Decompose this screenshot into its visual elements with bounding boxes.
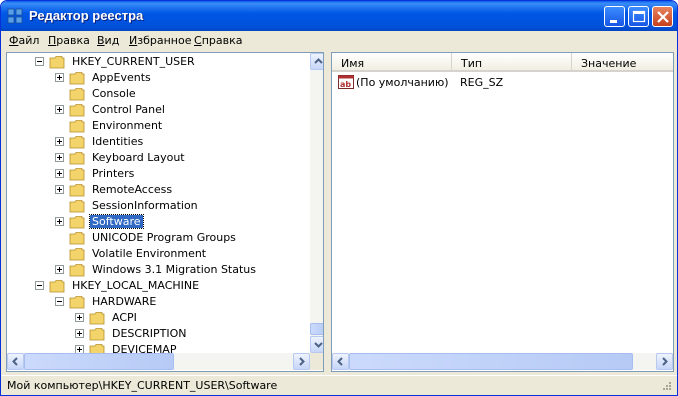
tree-item-label: SessionInformation <box>92 199 198 212</box>
tree-item-label: HKEY_LOCAL_MACHINE <box>72 279 200 292</box>
tree-item-label: Windows 3.1 Migration Status <box>92 263 257 276</box>
scroll-left-button[interactable] <box>7 353 24 370</box>
list-scroll-right-button[interactable] <box>656 353 673 370</box>
list-scroll-left-button[interactable] <box>332 353 349 370</box>
scroll-right-button[interactable] <box>293 353 310 370</box>
registry-tree[interactable]: HKEY_CURRENT_USER AppEvents Console Control… <box>6 52 324 372</box>
scroll-up-button[interactable] <box>310 53 323 70</box>
resize-grip-icon[interactable] <box>660 381 672 393</box>
tree-item-label: Software <box>89 214 144 229</box>
tree-item-label: RemoteAccess <box>92 183 173 196</box>
folder-icon <box>69 232 85 245</box>
folder-icon <box>69 152 85 165</box>
expand-plus-icon[interactable] <box>55 73 64 82</box>
tree-vertical-scrollbar[interactable] <box>310 53 323 353</box>
tree-item-label: Identities <box>92 135 144 148</box>
scroll-down-button[interactable] <box>310 336 323 353</box>
menu-view[interactable]: Вид <box>97 34 119 47</box>
status-bar: Мой компьютер\HKEY_CURRENT_USER\Software <box>2 375 677 395</box>
list-horizontal-thumb[interactable] <box>349 353 633 370</box>
tree-vertical-thumb[interactable] <box>310 323 323 335</box>
column-header-type[interactable]: Тип <box>452 53 572 72</box>
title-bar[interactable]: Редактор реестра <box>1 1 677 31</box>
tree-item-label: Volatile Environment <box>92 247 207 260</box>
tree-horizontal-thumb[interactable] <box>24 353 174 370</box>
menu-favorites[interactable]: Избранное <box>129 34 191 47</box>
folder-icon <box>69 296 85 309</box>
folder-icon <box>69 88 85 101</box>
expand-plus-icon[interactable] <box>55 265 64 274</box>
folder-icon <box>69 264 85 277</box>
chevron-up-icon <box>314 58 323 64</box>
tree-horizontal-scrollbar[interactable] <box>7 353 310 370</box>
folder-icon <box>89 312 105 325</box>
menu-bar: Файл Правка Вид Избранное Справка <box>2 31 677 49</box>
collapse-minus-icon[interactable] <box>35 281 44 290</box>
column-header-name[interactable]: Имя <box>332 53 452 72</box>
minimize-button[interactable] <box>604 6 625 27</box>
folder-icon <box>69 72 85 85</box>
collapse-minus-icon[interactable] <box>55 297 64 306</box>
chevron-right-icon <box>662 357 668 366</box>
maximize-button[interactable] <box>628 6 649 27</box>
tree-item-label: UNICODE Program Groups <box>92 231 236 244</box>
folder-icon <box>69 248 85 261</box>
list-horizontal-scrollbar[interactable] <box>332 353 673 370</box>
folder-icon <box>89 328 105 341</box>
tree-item-label: HARDWARE <box>92 295 157 308</box>
tree-item-label: Keyboard Layout <box>92 151 185 164</box>
tree-item-label: Console <box>92 87 136 100</box>
folder-icon <box>49 56 65 69</box>
scrollbar-corner <box>310 353 323 370</box>
expand-plus-icon[interactable] <box>55 217 64 226</box>
chevron-right-icon <box>299 357 305 366</box>
folder-icon <box>69 120 85 133</box>
tree-item-label: DESCRIPTION <box>112 327 187 340</box>
tree-item-label: AppEvents <box>92 71 151 84</box>
folder-icon <box>69 200 85 213</box>
value-type: REG_SZ <box>460 76 504 89</box>
tree-item-label: Control Panel <box>92 103 165 116</box>
folder-icon <box>69 216 85 229</box>
column-header-value[interactable]: Значение <box>572 53 673 72</box>
tree-item-label: HKEY_CURRENT_USER <box>72 55 195 68</box>
minimize-icon <box>610 20 617 23</box>
expand-plus-icon[interactable] <box>75 313 84 322</box>
maximize-icon <box>632 10 646 23</box>
value-name: (По умолчанию) <box>356 76 449 89</box>
values-list[interactable]: Имя Тип Значение ab (По умолчанию) REG_S… <box>331 52 674 372</box>
close-icon <box>657 11 669 23</box>
chevron-left-icon <box>337 357 343 366</box>
expand-plus-icon[interactable] <box>75 329 84 338</box>
menu-help[interactable]: Справка <box>194 34 242 47</box>
folder-icon <box>69 168 85 181</box>
svg-text:ab: ab <box>340 80 351 89</box>
expand-plus-icon[interactable] <box>55 105 64 114</box>
registry-editor-window: Редактор реестра Файл Правка Вид Избранн… <box>0 0 678 396</box>
expand-plus-icon[interactable] <box>55 185 64 194</box>
folder-icon <box>69 184 85 197</box>
collapse-minus-icon[interactable] <box>35 57 44 66</box>
ab-string-icon: ab <box>338 75 354 89</box>
tree-item-label: ACPI <box>112 311 137 324</box>
expand-plus-icon[interactable] <box>55 169 64 178</box>
window-title: Редактор реестра <box>29 8 144 23</box>
tree-item-label: Environment <box>92 119 163 132</box>
menu-file[interactable]: Файл <box>9 34 39 47</box>
expand-plus-icon[interactable] <box>55 137 64 146</box>
menu-edit[interactable]: Правка <box>48 34 90 47</box>
folder-icon <box>49 280 65 293</box>
expand-plus-icon[interactable] <box>55 153 64 162</box>
tree-item-label: Printers <box>92 167 135 180</box>
status-path: Мой компьютер\HKEY_CURRENT_USER\Software <box>7 379 278 392</box>
folder-icon <box>69 136 85 149</box>
chevron-left-icon <box>12 357 18 366</box>
chevron-down-icon <box>314 342 323 348</box>
close-button[interactable] <box>652 6 673 27</box>
registry-editor-icon <box>7 8 23 24</box>
folder-icon <box>69 104 85 117</box>
